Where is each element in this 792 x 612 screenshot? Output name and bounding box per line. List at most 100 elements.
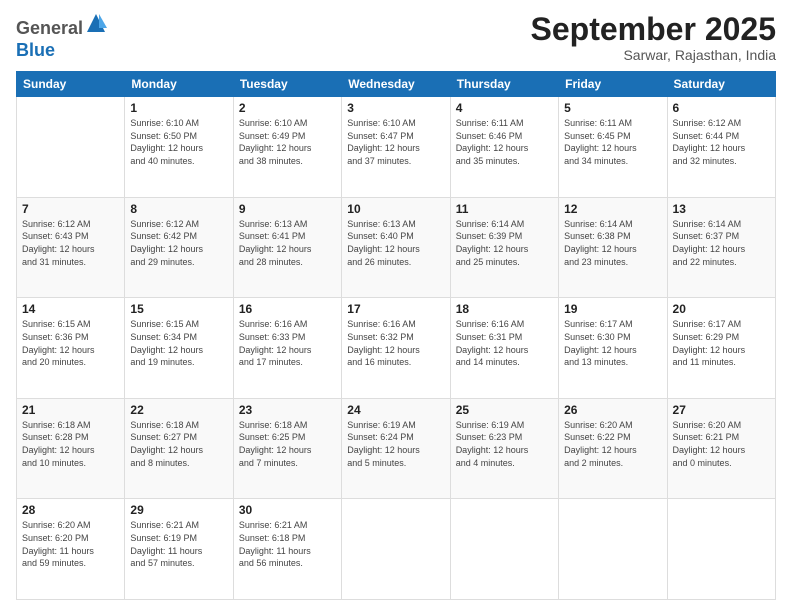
- table-row: 7 Sunrise: 6:12 AM Sunset: 6:43 PM Daylig…: [17, 197, 125, 298]
- table-row: 24 Sunrise: 6:19 AM Sunset: 6:24 PM Dayli…: [342, 398, 450, 499]
- day-info: Sunrise: 6:11 AM Sunset: 6:46 PM Dayligh…: [456, 117, 553, 167]
- day-number: 4: [456, 101, 553, 115]
- header-sunday: Sunday: [17, 72, 125, 97]
- day-info: Sunrise: 6:12 AM Sunset: 6:42 PM Dayligh…: [130, 218, 227, 268]
- calendar-week-row: 1Sunrise: 6:10 AM Sunset: 6:50 PM Daylig…: [17, 97, 776, 198]
- table-row: 19 Sunrise: 6:17 AM Sunset: 6:30 PM Dayli…: [559, 298, 667, 399]
- day-number: 14: [22, 302, 119, 316]
- table-row: 29Sunrise: 6:21 AM Sunset: 6:19 PM Dayli…: [125, 499, 233, 600]
- day-number: 20: [673, 302, 770, 316]
- day-number: 22: [130, 403, 227, 417]
- day-number: 5: [564, 101, 661, 115]
- table-row: 13Sunrise: 6:14 AM Sunset: 6:37 PM Dayli…: [667, 197, 775, 298]
- weekday-header-row: Sunday Monday Tuesday Wednesday Thursday…: [17, 72, 776, 97]
- day-info: Sunrise: 6:11 AM Sunset: 6:45 PM Dayligh…: [564, 117, 661, 167]
- logo-general: General: [16, 18, 83, 38]
- table-row: 23 Sunrise: 6:18 AM Sunset: 6:25 PM Dayli…: [233, 398, 341, 499]
- table-row: 21 Sunrise: 6:18 AM Sunset: 6:28 PM Dayli…: [17, 398, 125, 499]
- table-row: 14 Sunrise: 6:15 AM Sunset: 6:36 PM Dayli…: [17, 298, 125, 399]
- day-number: 3: [347, 101, 444, 115]
- day-number: 28: [22, 503, 119, 517]
- header-monday: Monday: [125, 72, 233, 97]
- day-info: Sunrise: 6:14 AM Sunset: 6:37 PM Dayligh…: [673, 218, 770, 268]
- day-number: 25: [456, 403, 553, 417]
- day-number: 6: [673, 101, 770, 115]
- day-info: Sunrise: 6:16 AM Sunset: 6:33 PM Dayligh…: [239, 318, 336, 368]
- day-info: Sunrise: 6:15 AM Sunset: 6:34 PM Dayligh…: [130, 318, 227, 368]
- day-info: Sunrise: 6:16 AM Sunset: 6:31 PM Dayligh…: [456, 318, 553, 368]
- table-row: 10 Sunrise: 6:13 AM Sunset: 6:40 PM Dayli…: [342, 197, 450, 298]
- calendar-week-row: 7 Sunrise: 6:12 AM Sunset: 6:43 PM Daylig…: [17, 197, 776, 298]
- day-number: 1: [130, 101, 227, 115]
- table-row: 1Sunrise: 6:10 AM Sunset: 6:50 PM Daylig…: [125, 97, 233, 198]
- calendar-table: Sunday Monday Tuesday Wednesday Thursday…: [16, 71, 776, 600]
- day-info: Sunrise: 6:18 AM Sunset: 6:25 PM Dayligh…: [239, 419, 336, 469]
- day-number: 27: [673, 403, 770, 417]
- day-info: Sunrise: 6:13 AM Sunset: 6:40 PM Dayligh…: [347, 218, 444, 268]
- day-info: Sunrise: 6:16 AM Sunset: 6:32 PM Dayligh…: [347, 318, 444, 368]
- table-row: [667, 499, 775, 600]
- month-title: September 2025: [531, 12, 776, 47]
- day-number: 19: [564, 302, 661, 316]
- table-row: 30 Sunrise: 6:21 AM Sunset: 6:18 PM Dayli…: [233, 499, 341, 600]
- table-row: 4 Sunrise: 6:11 AM Sunset: 6:46 PM Daylig…: [450, 97, 558, 198]
- day-number: 21: [22, 403, 119, 417]
- table-row: 22 Sunrise: 6:18 AM Sunset: 6:27 PM Dayli…: [125, 398, 233, 499]
- table-row: 16 Sunrise: 6:16 AM Sunset: 6:33 PM Dayli…: [233, 298, 341, 399]
- day-info: Sunrise: 6:17 AM Sunset: 6:29 PM Dayligh…: [673, 318, 770, 368]
- day-info: Sunrise: 6:18 AM Sunset: 6:28 PM Dayligh…: [22, 419, 119, 469]
- day-info: Sunrise: 6:21 AM Sunset: 6:18 PM Dayligh…: [239, 519, 336, 569]
- day-info: Sunrise: 6:14 AM Sunset: 6:39 PM Dayligh…: [456, 218, 553, 268]
- table-row: 26 Sunrise: 6:20 AM Sunset: 6:22 PM Dayli…: [559, 398, 667, 499]
- table-row: [559, 499, 667, 600]
- table-row: 25 Sunrise: 6:19 AM Sunset: 6:23 PM Dayli…: [450, 398, 558, 499]
- day-number: 2: [239, 101, 336, 115]
- location-subtitle: Sarwar, Rajasthan, India: [531, 47, 776, 63]
- table-row: 27Sunrise: 6:20 AM Sunset: 6:21 PM Dayli…: [667, 398, 775, 499]
- header-thursday: Thursday: [450, 72, 558, 97]
- table-row: 12 Sunrise: 6:14 AM Sunset: 6:38 PM Dayli…: [559, 197, 667, 298]
- day-number: 24: [347, 403, 444, 417]
- day-number: 23: [239, 403, 336, 417]
- logo-icon: [85, 12, 107, 34]
- day-info: Sunrise: 6:19 AM Sunset: 6:23 PM Dayligh…: [456, 419, 553, 469]
- day-info: Sunrise: 6:18 AM Sunset: 6:27 PM Dayligh…: [130, 419, 227, 469]
- day-number: 26: [564, 403, 661, 417]
- table-row: 3Sunrise: 6:10 AM Sunset: 6:47 PM Daylig…: [342, 97, 450, 198]
- day-info: Sunrise: 6:21 AM Sunset: 6:19 PM Dayligh…: [130, 519, 227, 569]
- day-info: Sunrise: 6:19 AM Sunset: 6:24 PM Dayligh…: [347, 419, 444, 469]
- header-tuesday: Tuesday: [233, 72, 341, 97]
- day-number: 12: [564, 202, 661, 216]
- table-row: 28Sunrise: 6:20 AM Sunset: 6:20 PM Dayli…: [17, 499, 125, 600]
- table-row: [17, 97, 125, 198]
- day-number: 30: [239, 503, 336, 517]
- day-number: 17: [347, 302, 444, 316]
- day-number: 7: [22, 202, 119, 216]
- logo-blue: Blue: [16, 40, 55, 60]
- day-info: Sunrise: 6:20 AM Sunset: 6:22 PM Dayligh…: [564, 419, 661, 469]
- calendar-week-row: 28Sunrise: 6:20 AM Sunset: 6:20 PM Dayli…: [17, 499, 776, 600]
- day-info: Sunrise: 6:17 AM Sunset: 6:30 PM Dayligh…: [564, 318, 661, 368]
- table-row: [342, 499, 450, 600]
- table-row: 6 Sunrise: 6:12 AM Sunset: 6:44 PM Daylig…: [667, 97, 775, 198]
- day-info: Sunrise: 6:15 AM Sunset: 6:36 PM Dayligh…: [22, 318, 119, 368]
- day-info: Sunrise: 6:12 AM Sunset: 6:44 PM Dayligh…: [673, 117, 770, 167]
- table-row: 20 Sunrise: 6:17 AM Sunset: 6:29 PM Dayli…: [667, 298, 775, 399]
- logo: General Blue: [16, 12, 107, 61]
- day-number: 10: [347, 202, 444, 216]
- header: General Blue September 2025 Sarwar, Raja…: [16, 12, 776, 63]
- day-number: 18: [456, 302, 553, 316]
- table-row: 15Sunrise: 6:15 AM Sunset: 6:34 PM Dayli…: [125, 298, 233, 399]
- header-wednesday: Wednesday: [342, 72, 450, 97]
- table-row: 11Sunrise: 6:14 AM Sunset: 6:39 PM Dayli…: [450, 197, 558, 298]
- day-info: Sunrise: 6:12 AM Sunset: 6:43 PM Dayligh…: [22, 218, 119, 268]
- calendar-week-row: 14 Sunrise: 6:15 AM Sunset: 6:36 PM Dayli…: [17, 298, 776, 399]
- table-row: 2Sunrise: 6:10 AM Sunset: 6:49 PM Daylig…: [233, 97, 341, 198]
- day-number: 16: [239, 302, 336, 316]
- title-block: September 2025 Sarwar, Rajasthan, India: [531, 12, 776, 63]
- table-row: 5 Sunrise: 6:11 AM Sunset: 6:45 PM Daylig…: [559, 97, 667, 198]
- table-row: 8 Sunrise: 6:12 AM Sunset: 6:42 PM Daylig…: [125, 197, 233, 298]
- header-friday: Friday: [559, 72, 667, 97]
- day-info: Sunrise: 6:14 AM Sunset: 6:38 PM Dayligh…: [564, 218, 661, 268]
- day-number: 8: [130, 202, 227, 216]
